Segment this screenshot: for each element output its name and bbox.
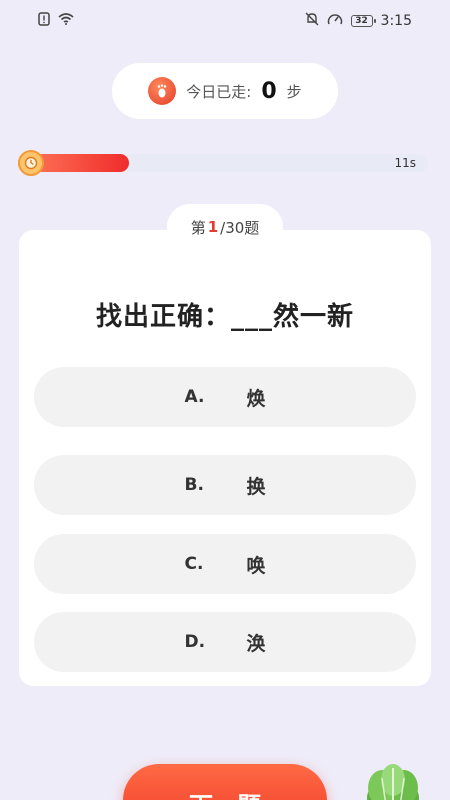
option-text: 焕	[246, 387, 266, 410]
step-unit: 步	[286, 82, 302, 101]
option-text: 唤	[246, 554, 266, 577]
status-left	[38, 12, 74, 30]
next-question-button[interactable]: 下一题	[123, 764, 327, 800]
option-letter: C.	[184, 554, 204, 574]
option-text: 涣	[246, 632, 266, 655]
question-text: 找出正确：___然一新	[95, 302, 354, 332]
question-counter: 第 1 /30题	[167, 204, 283, 250]
timer-progress-bar	[18, 154, 428, 172]
option-text: 换	[246, 475, 266, 498]
option-letter: D.	[184, 632, 206, 652]
option-b[interactable]: B. 换	[34, 455, 416, 515]
question-prefix: 第	[190, 218, 206, 237]
wifi-icon	[58, 13, 74, 29]
step-label: 今日已走:	[186, 82, 252, 101]
alarm-clock-icon	[18, 150, 44, 176]
step-count: 0	[261, 78, 277, 104]
status-right: 32 3:15	[305, 12, 412, 30]
clock-time: 3:15	[380, 13, 412, 29]
option-c[interactable]: C. 唤	[34, 534, 416, 594]
speed-gauge-icon	[327, 12, 343, 30]
question-current: 1	[207, 218, 219, 236]
option-letter: B.	[184, 475, 204, 495]
status-bar: 32 3:15	[0, 0, 450, 42]
cabbage-icon	[362, 758, 424, 800]
timer-seconds: 11s	[394, 156, 416, 170]
option-letter: A.	[184, 387, 205, 407]
step-counter: 今日已走: 0 步	[112, 63, 338, 119]
battery-icon: 32	[350, 15, 376, 27]
alert-icon	[38, 12, 50, 30]
option-a[interactable]: A. 焕	[34, 367, 416, 427]
mute-bell-icon	[305, 12, 319, 30]
footprint-icon	[148, 77, 177, 105]
question-total: /30题	[220, 218, 260, 237]
option-d[interactable]: D. 涣	[34, 612, 416, 672]
